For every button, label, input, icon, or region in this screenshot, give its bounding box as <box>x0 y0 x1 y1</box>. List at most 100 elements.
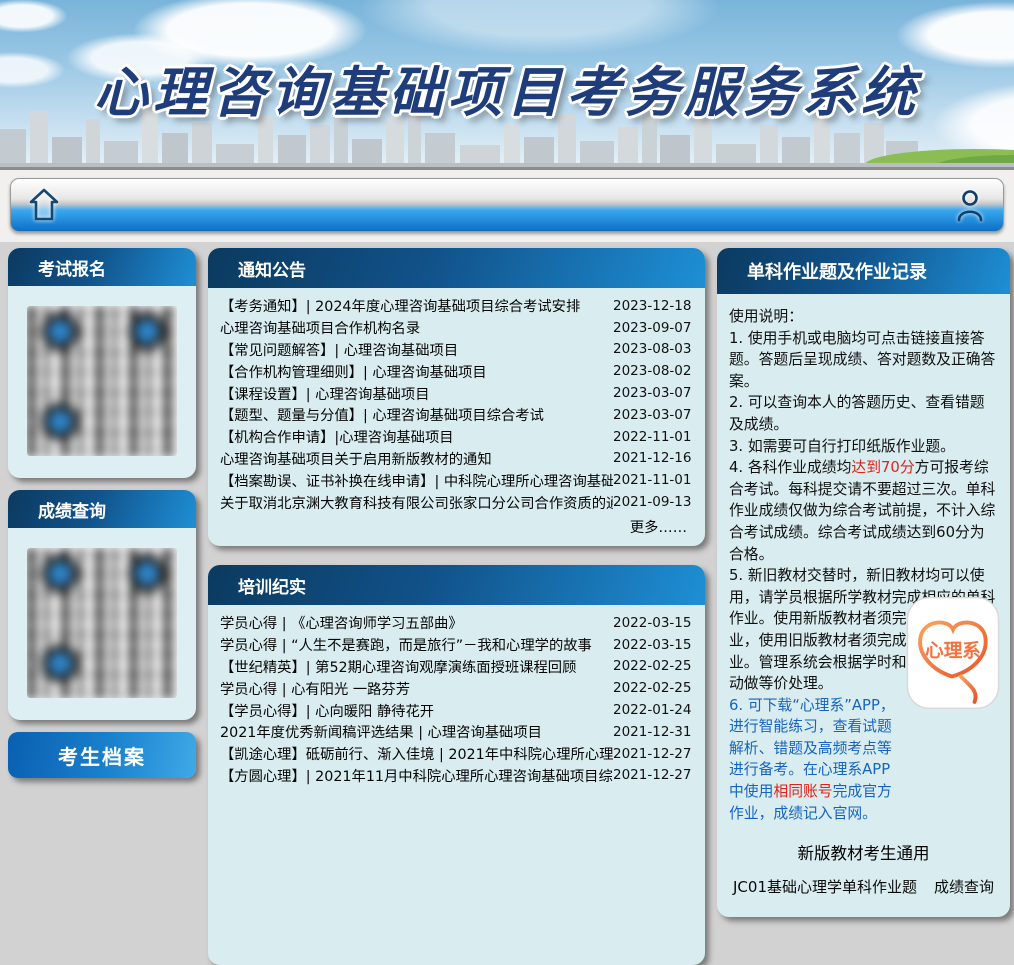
list-item: 心理咨询基础项目关于启用新版教材的通知2021-12-16 <box>220 448 691 470</box>
instruction-highlight: 达到70分 <box>851 459 914 476</box>
list-item: 学员心得 | 心有阳光 一路芬芳2022-02-25 <box>220 677 691 699</box>
homework-panel: 单科作业题及作业记录 使用说明： 1. 使用手机或电脑均可点击链接直接答题。答题… <box>717 248 1010 917</box>
training-title: 培训纪实 <box>208 573 306 598</box>
news-link[interactable]: 学员心得 | 《心理咨询师学习五部曲》 <box>220 612 613 633</box>
homework-footer-row: JC01基础心理学单科作业题 成绩查询 <box>729 868 998 917</box>
score-query-header: 成绩查询 <box>8 490 196 528</box>
left-sidebar: 考试报名 成绩查询 考生档案 <box>8 248 196 965</box>
news-link[interactable]: 【题型、题量与分值】| 心理咨询基础项目综合考试 <box>220 404 613 425</box>
news-link[interactable]: 【考务通知】| 2024年度心理咨询基础项目综合考试安排 <box>220 295 613 316</box>
qr-code-image <box>27 306 177 456</box>
news-link[interactable]: 心理咨询基础项目合作机构名录 <box>220 317 613 338</box>
homework-body: 使用说明： 1. 使用手机或电脑均可点击链接直接答题。答题后呈现成绩、答对题数及… <box>717 294 1010 917</box>
news-date: 2023-09-07 <box>613 320 691 336</box>
news-date: 2023-08-02 <box>613 363 691 379</box>
homework-title: 单科作业题及作业记录 <box>717 258 927 284</box>
home-icon[interactable] <box>27 186 61 224</box>
news-link[interactable]: 【课程设置】| 心理咨询基础项目 <box>220 383 613 404</box>
list-item: 【方圆心理】| 2021年11月中科院心理所心理咨询基础项目综合考试圆…2021… <box>220 765 691 787</box>
news-link[interactable]: 心理咨询基础项目关于启用新版教材的通知 <box>220 448 613 469</box>
exam-registration-header: 考试报名 <box>8 248 196 286</box>
list-item: 【考务通知】| 2024年度心理咨询基础项目综合考试安排2023-12-18 <box>220 295 691 317</box>
qr-code-image <box>27 548 177 698</box>
candidate-archive-label: 考生档案 <box>58 741 146 770</box>
news-date: 2021-11-01 <box>613 472 691 488</box>
notices-list: 【考务通知】| 2024年度心理咨询基础项目综合考试安排2023-12-18心理… <box>208 288 705 513</box>
news-date: 2023-03-07 <box>613 407 691 423</box>
news-link[interactable]: 【合作机构管理细则】| 心理咨询基础项目 <box>220 361 613 382</box>
score-query-qr-code[interactable] <box>27 548 177 698</box>
news-date: 2022-01-24 <box>613 702 691 718</box>
news-link[interactable]: 2021年度优秀新闻稿评选结果 | 心理咨询基础项目 <box>220 721 613 742</box>
notices-panel: 通知公告 【考务通知】| 2024年度心理咨询基础项目综合考试安排2023-12… <box>208 248 705 546</box>
nav-strip <box>0 170 1014 242</box>
news-date: 2022-11-01 <box>613 429 691 445</box>
instruction-text: 3. 如需要可自行打印纸版作业题。 <box>729 438 955 455</box>
instruction-highlight: 相同账号 <box>773 783 832 800</box>
exam-registration-qr-code[interactable] <box>27 306 177 456</box>
instruction-item: 3. 如需要可自行打印纸版作业题。 <box>729 436 998 458</box>
list-item: 【凯途心理】砥砺前行、渐入佳境 | 2021年中科院心理所心理咨询基础…2021… <box>220 743 691 765</box>
news-date: 2023-12-18 <box>613 298 691 314</box>
news-date: 2021-09-13 <box>613 494 691 510</box>
exam-registration-panel: 考试报名 <box>8 248 196 478</box>
score-check-link[interactable]: 成绩查询 <box>934 876 994 897</box>
news-date: 2022-03-15 <box>613 637 691 653</box>
instruction-item: 6. 可下载“心理系”APP，进行智能练习，查看试题解析、错题及高频考点等进行备… <box>729 695 998 825</box>
news-link[interactable]: 【学员心得】| 心向暖阳 静待花开 <box>220 700 613 721</box>
new-textbook-heading: 新版教材考生通用 <box>729 840 998 864</box>
news-date: 2021-12-16 <box>613 450 691 466</box>
user-icon[interactable] <box>953 186 987 224</box>
app-logo-text: 心理系 <box>925 641 981 662</box>
banner: 心理咨询基础项目考务服务系统 <box>0 0 1014 170</box>
homework-header: 单科作业题及作业记录 <box>717 248 1010 294</box>
list-item: 2021年度优秀新闻稿评选结果 | 心理咨询基础项目2021-12-31 <box>220 721 691 743</box>
notices-header: 通知公告 <box>208 248 705 288</box>
list-item: 关于取消北京渊大教育科技有限公司张家口分公司合作资质的通告2021-09-13 <box>220 491 691 513</box>
site-title: 心理咨询基础项目考务服务系统 <box>0 48 1014 127</box>
list-item: 【合作机构管理细则】| 心理咨询基础项目2023-08-02 <box>220 360 691 382</box>
right-sidebar: 单科作业题及作业记录 使用说明： 1. 使用手机或电脑均可点击链接直接答题。答题… <box>717 248 1010 965</box>
instruction-text: 4. 各科作业成绩均 <box>729 459 851 476</box>
news-link[interactable]: 【常见问题解答】| 心理咨询基础项目 <box>220 339 613 360</box>
list-item: 【课程设置】| 心理咨询基础项目2023-03-07 <box>220 382 691 404</box>
list-item: 【世纪精英】| 第52期心理咨询观摩演练面授班课程回顾2022-02-25 <box>220 656 691 678</box>
news-link[interactable]: 【档案勘误、证书补换在线申请】| 中科院心理所心理咨询基础项目 <box>220 470 613 491</box>
news-date: 2021-12-27 <box>613 767 691 783</box>
news-date: 2022-03-15 <box>613 615 691 631</box>
jc01-homework-link[interactable]: JC01基础心理学单科作业题 <box>733 876 917 897</box>
news-link[interactable]: 【世纪精英】| 第52期心理咨询观摩演练面授班课程回顾 <box>220 656 613 677</box>
candidate-archive-button[interactable]: 考生档案 <box>8 732 196 778</box>
notices-title: 通知公告 <box>208 256 306 281</box>
news-date: 2021-12-31 <box>613 724 691 740</box>
news-date: 2023-03-07 <box>613 385 691 401</box>
score-query-panel: 成绩查询 <box>8 490 196 720</box>
homework-intro: 使用说明： <box>729 306 998 328</box>
news-link[interactable]: 学员心得 | 心有阳光 一路芬芳 <box>220 678 613 699</box>
xinlixi-app-logo[interactable]: 心理系 <box>906 596 1000 710</box>
news-link[interactable]: 【方圆心理】| 2021年11月中科院心理所心理咨询基础项目综合考试圆… <box>220 765 613 786</box>
list-item: 学员心得 | “人生不是赛跑，而是旅行”－我和心理学的故事2022-03-15 <box>220 634 691 656</box>
notices-more-link[interactable]: 更多…… <box>208 513 705 537</box>
news-date: 2022-02-25 <box>613 658 691 674</box>
news-date: 2022-02-25 <box>613 680 691 696</box>
instruction-text: 2. 可以查询本人的答题历史、查看错题及成绩。 <box>729 394 985 433</box>
news-link[interactable]: 【凯途心理】砥砺前行、渐入佳境 | 2021年中科院心理所心理咨询基础… <box>220 743 613 764</box>
training-panel: 培训纪实 学员心得 | 《心理咨询师学习五部曲》2022-03-15学员心得 |… <box>208 565 705 965</box>
list-item: 【常见问题解答】| 心理咨询基础项目2023-08-03 <box>220 339 691 361</box>
exam-registration-title: 考试报名 <box>8 255 106 280</box>
heart-logo-icon: 心理系 <box>906 596 1000 710</box>
list-item: 【题型、题量与分值】| 心理咨询基础项目综合考试2023-03-07 <box>220 404 691 426</box>
news-link[interactable]: 【机构合作申请】|心理咨询基础项目 <box>220 426 613 447</box>
instruction-item: 1. 使用手机或电脑均可点击链接直接答题。答题后呈现成绩、答对题数及正确答案。 <box>729 328 998 393</box>
training-header: 培训纪实 <box>208 565 705 605</box>
instruction-item: 2. 可以查询本人的答题历史、查看错题及成绩。 <box>729 392 998 435</box>
list-item: 学员心得 | 《心理咨询师学习五部曲》2022-03-15 <box>220 612 691 634</box>
news-date: 2023-08-03 <box>613 341 691 357</box>
score-query-title: 成绩查询 <box>8 497 106 522</box>
news-link[interactable]: 学员心得 | “人生不是赛跑，而是旅行”－我和心理学的故事 <box>220 634 613 655</box>
content-area: 考试报名 成绩查询 考生档案 通知公告 【考务通知】| 2024年度心理咨询基础… <box>0 242 1014 965</box>
news-link[interactable]: 关于取消北京渊大教育科技有限公司张家口分公司合作资质的通告 <box>220 492 613 513</box>
list-item: 心理咨询基础项目合作机构名录2023-09-07 <box>220 317 691 339</box>
list-item: 【学员心得】| 心向暖阳 静待花开2022-01-24 <box>220 699 691 721</box>
